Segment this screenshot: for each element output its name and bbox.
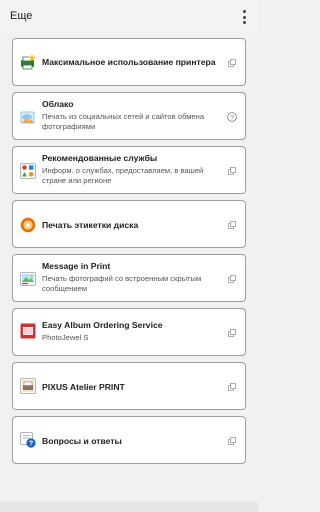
open-external-icon bbox=[228, 383, 236, 391]
message-in-print-icon bbox=[20, 272, 36, 286]
menu-item-title: Облако bbox=[42, 99, 74, 109]
bottom-bar bbox=[0, 502, 258, 512]
menu-item-title: Печать этикетки диска bbox=[42, 220, 139, 230]
menu-item-cloud[interactable]: Облако Печать из социальных сетей и сайт… bbox=[12, 92, 246, 140]
app-bar: Еще bbox=[0, 0, 258, 34]
more-vert-icon[interactable] bbox=[240, 10, 248, 24]
open-external-icon bbox=[228, 59, 236, 67]
disc-label-icon bbox=[20, 217, 36, 233]
cloud-photo-icon bbox=[20, 111, 35, 124]
menu-item-title: Easy Album Ordering Service bbox=[42, 320, 163, 330]
faq-help-icon: ? bbox=[20, 432, 36, 448]
menu-item-subtitle: Печать из социальных сетей и сайтов обме… bbox=[42, 112, 205, 131]
menu-item-message-in-print[interactable]: Message in Print Печать фотографий со вс… bbox=[12, 254, 246, 302]
menu-item-recommended-services[interactable]: Рекомендованные службы Информ. о службах… bbox=[12, 146, 246, 194]
menu-item-title: Рекомендованные службы bbox=[42, 153, 158, 163]
menu-item-subtitle: Печать фотографий со встроенным скрытым … bbox=[42, 274, 202, 293]
open-external-icon bbox=[228, 221, 236, 229]
menu-item-title: Максимальное использование принтера bbox=[42, 57, 216, 67]
menu-item-subtitle: PhotoJewel S bbox=[42, 333, 89, 342]
svg-text:?: ? bbox=[29, 441, 33, 448]
printer-star-icon bbox=[21, 54, 36, 70]
menu-item-easy-album[interactable]: Easy Album Ordering Service PhotoJewel S bbox=[12, 308, 246, 356]
help-icon[interactable]: ? bbox=[227, 112, 237, 122]
open-external-icon bbox=[228, 437, 236, 445]
menu-item-faq[interactable]: ? Вопросы и ответы bbox=[12, 416, 246, 464]
photo-album-icon bbox=[20, 323, 36, 339]
menu-item-disc-label[interactable]: Печать этикетки диска bbox=[12, 200, 246, 248]
services-grid-icon bbox=[20, 163, 36, 179]
menu-item-subtitle: Информ. о службах, предоставляем. в ваше… bbox=[42, 166, 204, 185]
atelier-print-icon bbox=[20, 378, 36, 394]
page-title: Еще bbox=[10, 10, 33, 22]
svg-text:?: ? bbox=[230, 114, 234, 121]
menu-item-pixus-atelier[interactable]: PIXUS Atelier PRINT bbox=[12, 362, 246, 410]
menu-item-title: PIXUS Atelier PRINT bbox=[42, 382, 125, 392]
menu-item-printer-max-use[interactable]: Максимальное использование принтера bbox=[12, 38, 246, 86]
open-external-icon bbox=[228, 275, 236, 283]
open-external-icon bbox=[228, 329, 236, 337]
menu-item-title: Вопросы и ответы bbox=[42, 436, 122, 446]
menu-item-title: Message in Print bbox=[42, 261, 111, 271]
open-external-icon bbox=[228, 167, 236, 175]
